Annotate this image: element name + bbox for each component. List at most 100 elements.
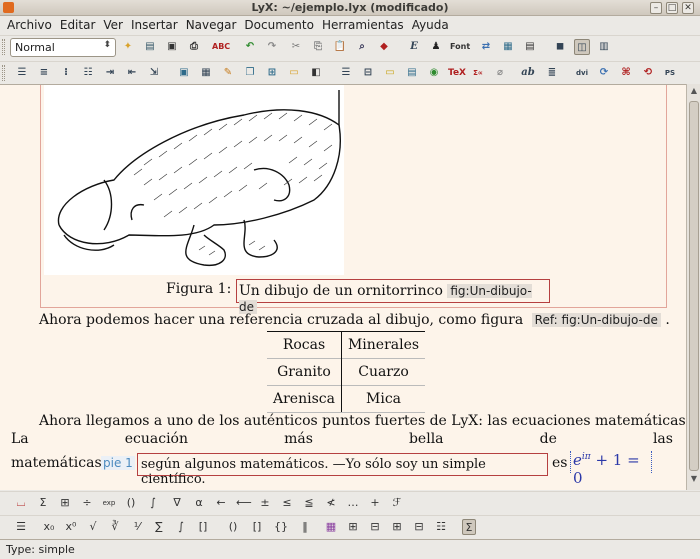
spellcheck-icon[interactable]: ABC [212, 39, 230, 55]
insert-table-icon[interactable]: ▤ [522, 39, 538, 55]
attach-file-icon[interactable]: ⌀ [492, 65, 508, 81]
math-delimiter-icon[interactable]: () [124, 495, 138, 511]
maximize-button[interactable]: □ [666, 2, 678, 14]
menu-archivo[interactable]: Archivo [3, 16, 56, 34]
layout-combo[interactable]: Normal ⬍ [10, 38, 116, 57]
find-replace-icon[interactable]: ⌕ [354, 39, 370, 55]
undo-icon[interactable]: ↶ [242, 39, 258, 55]
math-font-icon[interactable]: ℱ [390, 495, 404, 511]
paste-icon[interactable]: 📋 [332, 39, 348, 55]
menu-insertar[interactable]: Insertar [127, 16, 182, 34]
font-style-icon[interactable]: ab [520, 65, 536, 81]
math-brace-icon[interactable]: {} [274, 519, 288, 535]
math-fraction-icon[interactable]: ÷ [80, 495, 94, 511]
table-cell[interactable]: Arenisca [267, 385, 342, 413]
bullet-list-icon[interactable]: ⁝ [58, 65, 74, 81]
redo-icon[interactable]: ↷ [264, 39, 280, 55]
insert-equation-icon[interactable]: Σ∝ [470, 65, 486, 81]
font-settings-icon[interactable]: Font [450, 39, 470, 55]
noun-icon[interactable]: ♟ [428, 39, 444, 55]
insert-note-icon[interactable]: ✎ [220, 65, 236, 81]
math-alpha-icon[interactable]: α [192, 495, 206, 511]
save-icon[interactable]: ▣ [164, 39, 180, 55]
table-cell[interactable]: Minerales [341, 331, 426, 359]
insert-ert-icon[interactable]: ◧ [308, 65, 324, 81]
math-matrix-icon[interactable]: ⊞ [58, 495, 72, 511]
scroll-down-icon[interactable]: ▼ [688, 474, 700, 488]
dvi-view-icon[interactable]: dvi [574, 65, 590, 81]
depth-increase-icon[interactable]: ⇲ [146, 65, 162, 81]
new-document-icon[interactable]: ✦ [120, 39, 136, 55]
menu-navegar[interactable]: Navegar [182, 16, 241, 34]
insert-index-icon[interactable]: ⊞ [264, 65, 280, 81]
emphasis-icon[interactable]: E [406, 39, 422, 55]
footnote-inset[interactable]: según algunos matemáticos. —Yo sólo soy … [137, 453, 548, 487]
view-icon[interactable]: ◼ [552, 39, 568, 55]
math-bracket-icon[interactable]: [] [196, 519, 210, 535]
math-plus-icon[interactable]: + [368, 495, 382, 511]
insert-graphics-icon[interactable]: ▦ [500, 39, 516, 55]
math-root-icon[interactable]: ∛ [108, 519, 122, 535]
vertical-scrollbar[interactable]: ▲ ▼ [686, 84, 700, 490]
scroll-up-icon[interactable]: ▲ [688, 86, 700, 100]
math-add-column-icon[interactable]: ⊞ [390, 519, 404, 535]
insert-margin-note-icon[interactable]: ◉ [426, 65, 442, 81]
close-button[interactable]: ✕ [682, 2, 694, 14]
euler-equation-inset[interactable]: eiπ + 1 = 0 [570, 451, 652, 487]
math-add-row-icon[interactable]: ⊞ [346, 519, 360, 535]
math-nless-icon[interactable]: ≮ [324, 495, 338, 511]
math-hline-icon[interactable]: ☷ [434, 519, 448, 535]
math-long-arrow-icon[interactable]: ⟵ [236, 495, 252, 511]
math-arrow-icon[interactable]: ← [214, 495, 228, 511]
math-sigma-icon[interactable]: ∑ [152, 519, 166, 535]
math-delete-column-icon[interactable]: ⊟ [412, 519, 426, 535]
paragraph-settings-icon[interactable]: ≣ [544, 65, 560, 81]
open-document-icon[interactable]: ▤ [142, 39, 158, 55]
math-plusminus-icon[interactable]: ± [258, 495, 272, 511]
copy-icon[interactable]: ⎘ [310, 39, 326, 55]
math-exp-icon[interactable]: exp [102, 495, 116, 511]
pdf-view-icon[interactable]: ⌘ [618, 65, 634, 81]
minerals-table[interactable]: Rocas Minerales Granito Cuarzo Arenisca … [267, 331, 426, 413]
pdf-update-icon[interactable]: ⟲ [640, 65, 656, 81]
math-int-icon[interactable]: ∫ [174, 519, 188, 535]
math-superscript-icon[interactable]: x⁰ [64, 519, 78, 535]
toolbar-grip[interactable] [2, 39, 5, 55]
math-subscript-icon[interactable]: x₀ [42, 519, 56, 535]
toc-icon[interactable]: ▥ [596, 39, 612, 55]
table-cell[interactable]: Rocas [267, 331, 342, 359]
menu-ver[interactable]: Ver [99, 16, 127, 34]
numbered-list-icon[interactable]: ☰ [14, 65, 30, 81]
math-dots-icon[interactable]: … [346, 495, 360, 511]
math-display-icon[interactable]: ☰ [14, 519, 28, 535]
math-square-bracket-icon[interactable]: [] [250, 519, 264, 535]
indent-increase-icon[interactable]: ⇥ [102, 65, 118, 81]
math-delete-row-icon[interactable]: ⊟ [368, 519, 382, 535]
math-panel-toggle-icon[interactable]: Σ [462, 519, 476, 535]
view-source-icon[interactable]: ◫ [574, 39, 590, 55]
menu-editar[interactable]: Editar [56, 16, 100, 34]
footnote-label[interactable]: pie 1 [101, 456, 135, 470]
menu-herramientas[interactable]: Herramientas [318, 16, 408, 34]
table-cell[interactable]: Granito [267, 358, 342, 386]
math-sqrt-icon[interactable]: √ [86, 519, 100, 535]
math-leq-icon[interactable]: ≤ [280, 495, 294, 511]
print-icon[interactable]: ⎙ [186, 39, 202, 55]
insert-hyperlink-icon[interactable]: ▭ [382, 65, 398, 81]
depth-decrease-icon[interactable]: ⇤ [124, 65, 140, 81]
description-list-icon[interactable]: ☷ [80, 65, 96, 81]
go-back-icon[interactable]: ◆ [376, 39, 392, 55]
insert-footnote-icon[interactable]: ▤ [404, 65, 420, 81]
math-matrix-grid-icon[interactable]: ▦ [324, 519, 338, 535]
scrollbar-thumb[interactable] [689, 101, 699, 471]
cut-icon[interactable]: ✂ [288, 39, 304, 55]
toc-insert-icon[interactable]: ⊟ [360, 65, 376, 81]
tex-code-icon[interactable]: TeX [448, 65, 466, 81]
math-sum-icon[interactable]: Σ [36, 495, 50, 511]
insert-image-icon[interactable]: ▣ [176, 65, 192, 81]
insert-citation-icon[interactable]: ❐ [242, 65, 258, 81]
insert-table-icon[interactable]: ▦ [198, 65, 214, 81]
cross-reference-inset[interactable]: Ref: fig:Un-dibujo-de [531, 313, 661, 327]
math-integral-icon[interactable]: ∫ [146, 495, 160, 511]
ps-view-icon[interactable]: PS [662, 65, 678, 81]
